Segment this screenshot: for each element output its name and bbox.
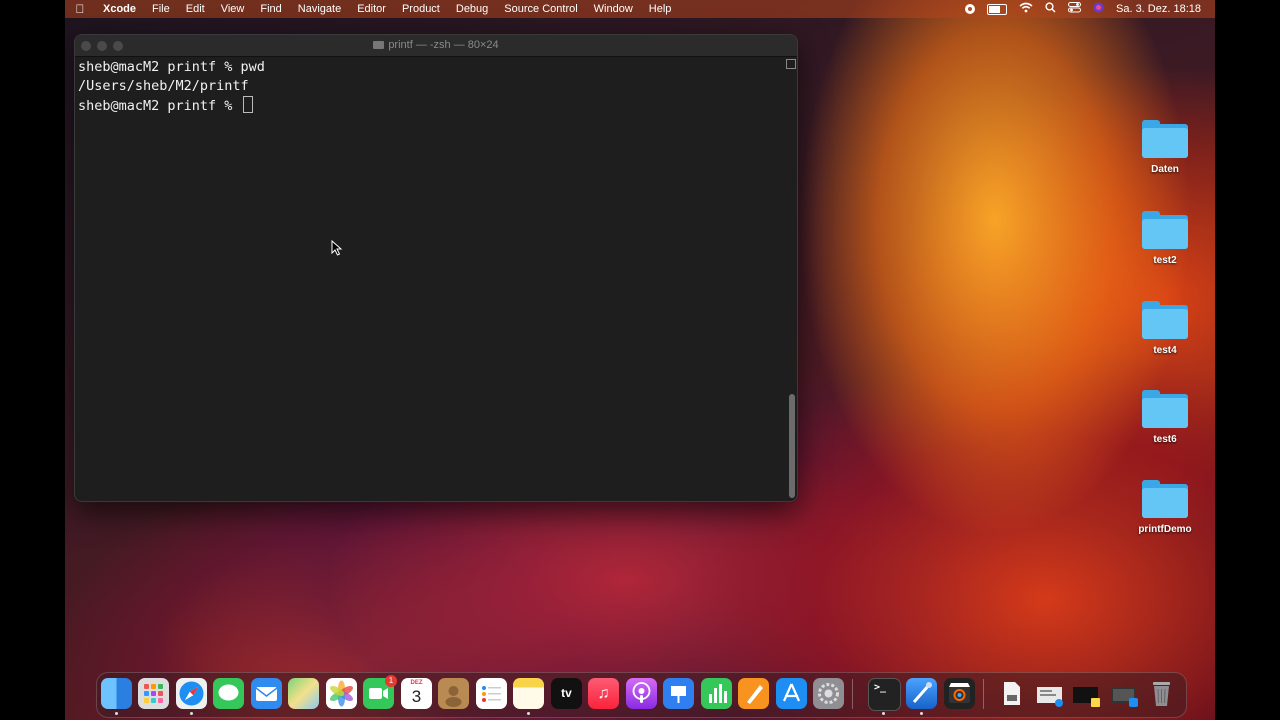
terminal-prompt-line: sheb@macM2 printf % xyxy=(78,96,783,116)
calendar-icon[interactable]: DEZ 3 xyxy=(401,678,432,709)
menu-app-name[interactable]: Xcode xyxy=(95,3,144,15)
minimized-window-icon[interactable] xyxy=(1071,678,1102,709)
finder-icon[interactable] xyxy=(101,678,132,709)
apple-menu-icon[interactable]:  xyxy=(65,2,95,16)
running-indicator xyxy=(882,712,885,715)
status-area: Sa. 3. Dez. 18:18 xyxy=(965,0,1201,18)
terminal-line: sheb@macM2 printf % pwd xyxy=(78,59,265,75)
tv-label: tv xyxy=(561,686,572,700)
menu-editor[interactable]: Editor xyxy=(349,3,394,15)
desktop:  Xcode File Edit View Find Navigate Edi… xyxy=(65,0,1215,720)
menu-view[interactable]: View xyxy=(213,3,253,15)
desktop-folder-test2[interactable]: test2 xyxy=(1136,211,1194,266)
desktop-item-label: test2 xyxy=(1153,255,1177,266)
screen-recording-icon[interactable] xyxy=(965,4,975,14)
numbers-icon[interactable] xyxy=(701,678,732,709)
notification-badge: 1 xyxy=(385,675,397,687)
notes-icon[interactable] xyxy=(513,678,544,709)
running-indicator xyxy=(190,712,193,715)
folder-icon xyxy=(373,41,385,49)
battery-icon[interactable] xyxy=(987,3,1007,15)
wifi-icon[interactable] xyxy=(1019,2,1033,16)
apple-tv-icon[interactable]: tv xyxy=(551,678,582,709)
menu-file[interactable]: File xyxy=(144,3,178,15)
desktop-item-label: printfDemo xyxy=(1138,524,1192,535)
clock[interactable]: Sa. 3. Dez. 18:18 xyxy=(1116,3,1201,15)
photos-icon[interactable] xyxy=(326,678,357,709)
terminal-output[interactable]: sheb@macM2 printf % pwd /Users/sheb/M2/p… xyxy=(78,58,783,501)
folder-icon xyxy=(1142,480,1188,518)
dock-separator xyxy=(852,679,853,709)
messages-icon[interactable] xyxy=(213,678,244,709)
facetime-icon[interactable]: 1 xyxy=(363,675,397,709)
siri-icon[interactable] xyxy=(1093,2,1104,16)
downloads-stack-icon[interactable] xyxy=(1034,678,1065,709)
text-cursor xyxy=(242,96,253,113)
xcode-icon[interactable] xyxy=(906,678,937,709)
maps-icon[interactable] xyxy=(288,678,319,709)
safari-icon[interactable] xyxy=(176,678,207,709)
desktop-item-label: Daten xyxy=(1151,164,1179,175)
running-indicator xyxy=(920,712,923,715)
desktop-item-label: test6 xyxy=(1153,434,1177,445)
reminders-icon[interactable] xyxy=(476,678,507,709)
terminal-line: /Users/sheb/M2/printf xyxy=(78,78,249,94)
terminal-titlebar[interactable]: printf — -zsh — 80×24 xyxy=(75,35,797,57)
pages-icon[interactable] xyxy=(738,678,769,709)
window-title: printf — -zsh — 80×24 xyxy=(75,39,797,51)
menu-find[interactable]: Find xyxy=(252,3,289,15)
terminal-window[interactable]: printf — -zsh — 80×24 sheb@macM2 printf … xyxy=(74,34,798,502)
calendar-day: 3 xyxy=(411,687,422,706)
desktop-folder-printfdemo[interactable]: printfDemo xyxy=(1136,480,1194,535)
desktop-folder-test6[interactable]: test6 xyxy=(1136,390,1194,445)
dock: 1 DEZ 3 tv ♫ >_ xyxy=(96,672,1187,718)
dock-separator xyxy=(983,679,984,709)
scrollbar-thumb[interactable] xyxy=(789,394,795,498)
menu-window[interactable]: Window xyxy=(586,3,641,15)
minimized-xcode-window-icon[interactable] xyxy=(1109,678,1140,709)
music-icon[interactable]: ♫ xyxy=(588,678,619,709)
running-indicator xyxy=(115,712,118,715)
terminal-prompt-glyph: >_ xyxy=(874,682,887,693)
calendar-month: DEZ xyxy=(410,680,423,686)
scrollbar[interactable] xyxy=(787,58,795,499)
spotlight-search-icon[interactable] xyxy=(1045,2,1056,16)
menu-bar:  Xcode File Edit View Find Navigate Edi… xyxy=(65,0,1215,18)
menu-debug[interactable]: Debug xyxy=(448,3,496,15)
trash-icon[interactable] xyxy=(1146,678,1177,709)
podcasts-icon[interactable] xyxy=(626,678,657,709)
folder-icon xyxy=(1142,211,1188,249)
folder-icon xyxy=(1142,301,1188,339)
menu-navigate[interactable]: Navigate xyxy=(290,3,349,15)
running-indicator xyxy=(527,712,530,715)
folder-icon xyxy=(1142,120,1188,158)
terminal-prompt: sheb@macM2 printf % xyxy=(78,98,241,114)
desktop-item-label: test4 xyxy=(1153,345,1177,356)
desktop-folder-daten[interactable]: Daten xyxy=(1136,120,1194,175)
system-settings-icon[interactable] xyxy=(813,678,844,709)
folder-icon xyxy=(1142,390,1188,428)
app-store-icon[interactable] xyxy=(776,678,807,709)
keynote-icon[interactable] xyxy=(663,678,694,709)
desktop-folder-test4[interactable]: test4 xyxy=(1136,301,1194,356)
launchpad-icon[interactable] xyxy=(138,678,169,709)
menu-edit[interactable]: Edit xyxy=(178,3,213,15)
mail-icon[interactable] xyxy=(251,678,282,709)
menu-source-control[interactable]: Source Control xyxy=(496,3,585,15)
music-note-icon: ♫ xyxy=(597,685,610,702)
control-center-icon[interactable] xyxy=(1068,2,1081,16)
window-title-text: printf — -zsh — 80×24 xyxy=(388,39,499,51)
menu-product[interactable]: Product xyxy=(394,3,448,15)
document-icon[interactable] xyxy=(996,678,1027,709)
final-cut-pro-icon[interactable] xyxy=(944,678,975,709)
contacts-icon[interactable] xyxy=(438,678,469,709)
menu-help[interactable]: Help xyxy=(641,3,680,15)
terminal-app-icon[interactable]: >_ xyxy=(868,678,901,711)
